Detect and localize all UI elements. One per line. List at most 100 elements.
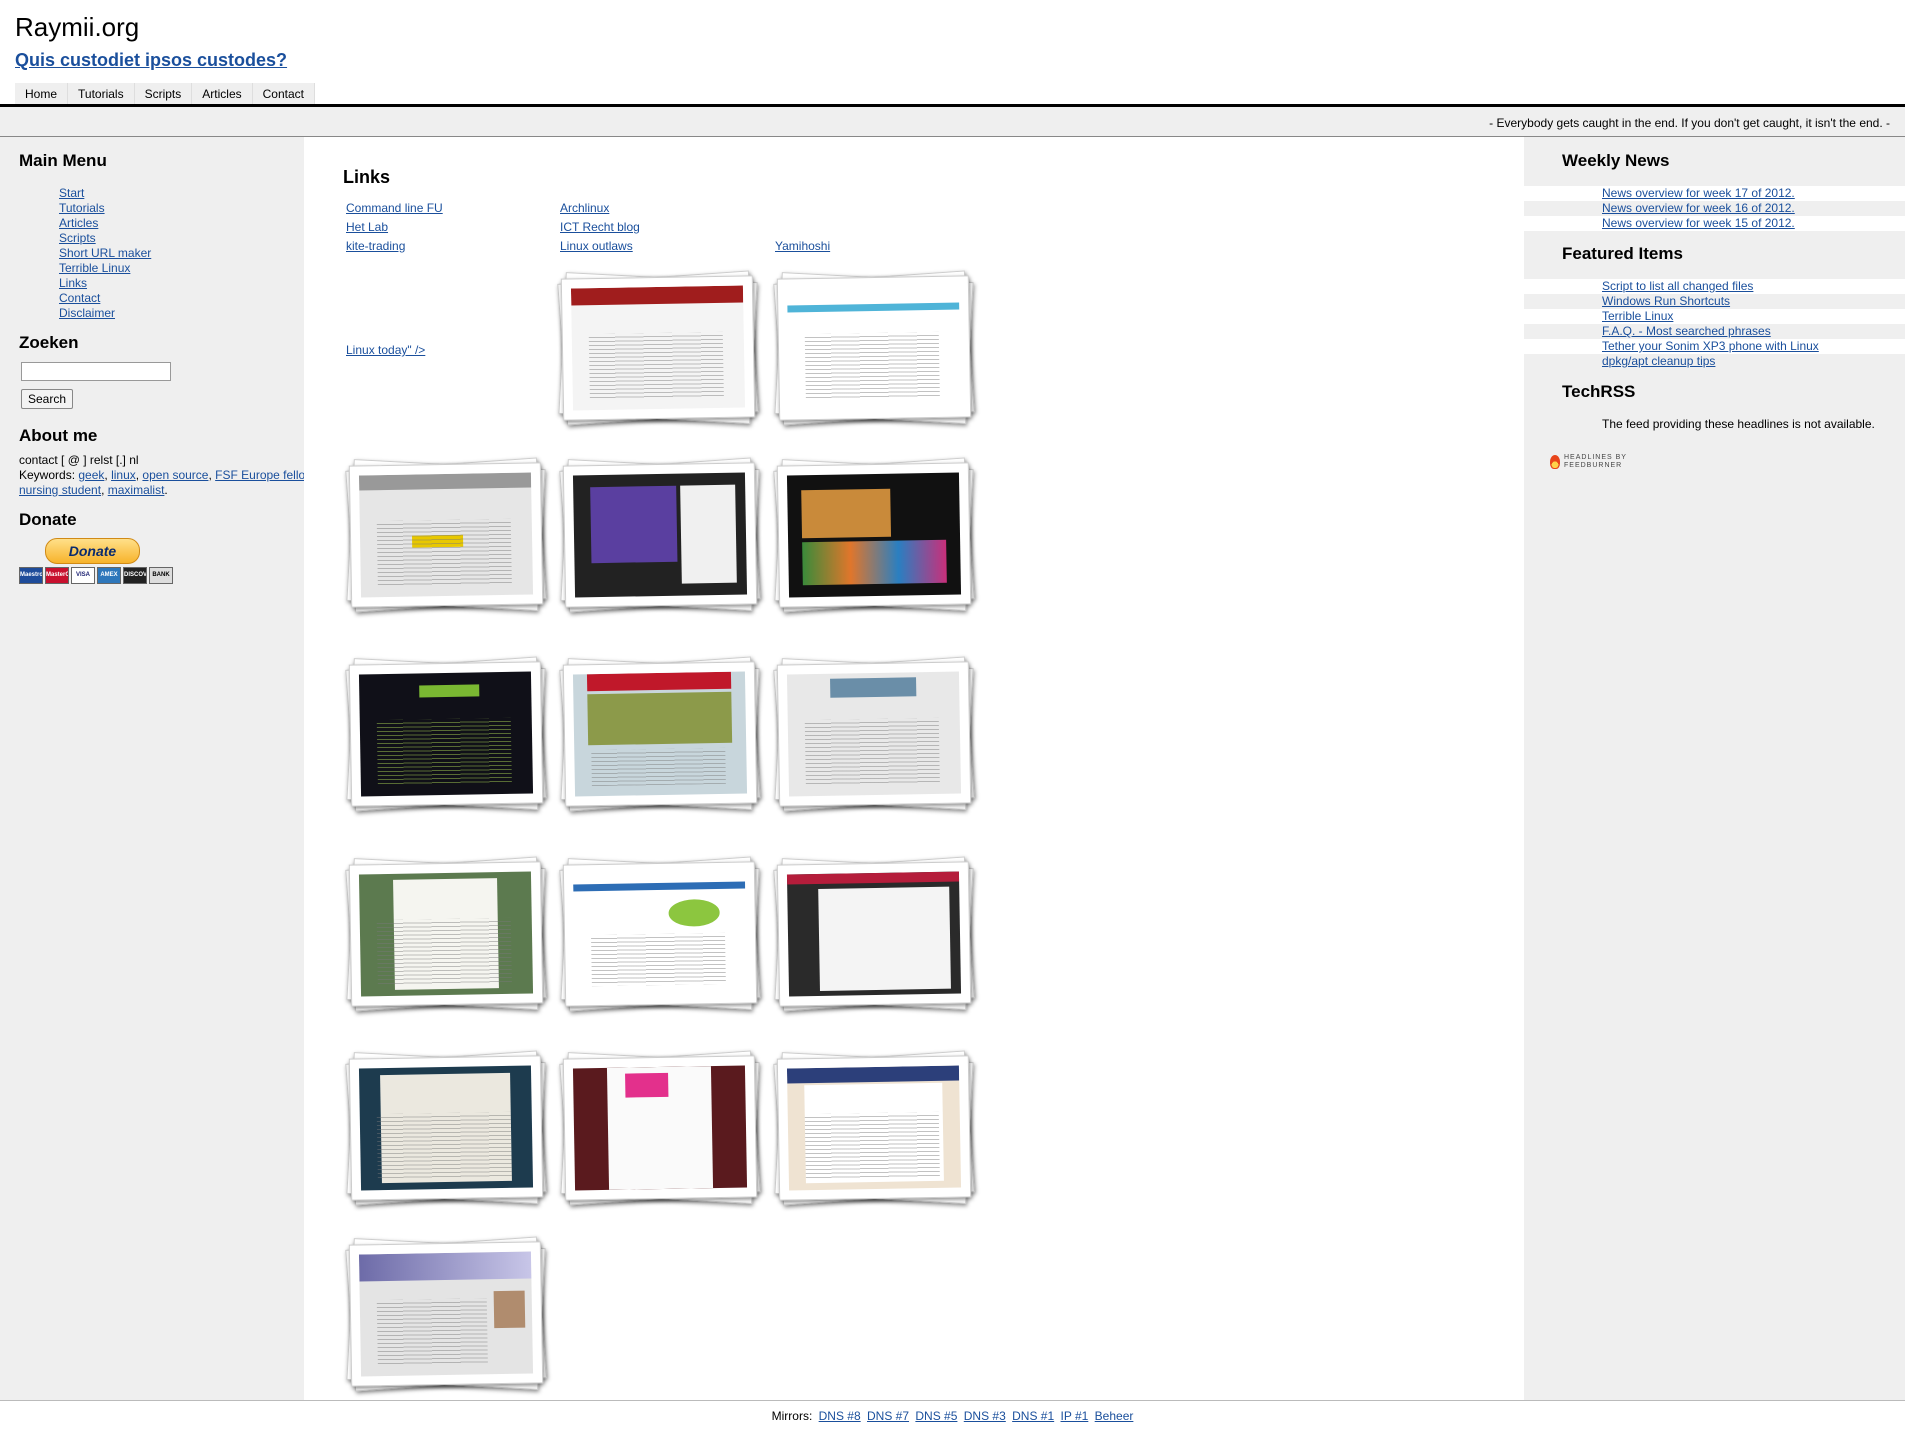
weekly-news-title: Weekly News: [1562, 151, 1670, 170]
weekly-news-item[interactable]: News overview for week 15 of 2012.: [1602, 216, 1795, 230]
menu-disclaimer[interactable]: Disclaimer: [59, 306, 115, 320]
site-thumbnail[interactable]: [559, 457, 761, 613]
feed-unavailable-message: The feed providing these headlines is no…: [1602, 417, 1875, 431]
keyword-fsf-europe-fellow[interactable]: FSF Europe fellow: [215, 468, 313, 482]
menu-articles[interactable]: Articles: [59, 216, 98, 230]
main-menu: Start Tutorials Articles Scripts Short U…: [59, 186, 151, 321]
link-kite-trading[interactable]: kite-trading: [346, 239, 405, 253]
donate-title: Donate: [19, 510, 77, 529]
contact-line: contact [ @ ] relst [.] nl: [19, 453, 139, 467]
featured-item[interactable]: Windows Run Shortcuts: [1602, 294, 1730, 308]
site-thumbnail[interactable]: [559, 1050, 761, 1206]
about-text: contact [ @ ] relst [.] nl Keywords: gee…: [19, 453, 329, 498]
donate-button[interactable]: Donate: [45, 538, 140, 564]
beheer-link[interactable]: Beheer: [1095, 1409, 1134, 1423]
nav-scripts[interactable]: Scripts: [134, 83, 193, 105]
mastercard-icon: MasterCard: [45, 567, 69, 584]
weekly-news-item[interactable]: News overview for week 17 of 2012.: [1602, 186, 1795, 200]
mirror-link[interactable]: DNS #8: [819, 1409, 861, 1423]
quote-text: - Everybody gets caught in the end. If y…: [1489, 116, 1890, 130]
site-title: Raymii.org: [15, 12, 140, 42]
footer: Mirrors: DNS #8 DNS #7 DNS #5 DNS #3 DNS…: [0, 1409, 1905, 1423]
link-command-line-fu[interactable]: Command line FU: [346, 201, 443, 215]
site-thumbnail[interactable]: [559, 856, 761, 1012]
nav-home[interactable]: Home: [15, 83, 69, 105]
site-thumbnail[interactable]: [773, 656, 975, 812]
mirror-link[interactable]: DNS #7: [867, 1409, 909, 1423]
left-sidebar: Main Menu Start Tutorials Articles Scrip…: [0, 137, 317, 1400]
maestro-card-icon: Maestro: [19, 567, 43, 584]
link-het-lab[interactable]: Het Lab: [346, 220, 388, 234]
feedburner-line1: HEADLINES BY: [1564, 454, 1627, 461]
feedburner-badge[interactable]: HEADLINES BY FEEDBURNER: [1550, 454, 1627, 470]
link-yamihoshi[interactable]: Yamihoshi: [775, 239, 830, 253]
site-thumbnail[interactable]: [345, 1050, 547, 1206]
site-thumbnail[interactable]: [345, 1236, 547, 1392]
link-ict-recht-blog[interactable]: ICT Recht blog: [560, 220, 640, 234]
page-title: Links: [343, 167, 391, 187]
top-nav: Home Tutorials Scripts Articles Contact: [15, 83, 315, 105]
quote-bar: - Everybody gets caught in the end. If y…: [0, 107, 1905, 137]
keyword-nursing-student[interactable]: nursing student: [19, 483, 101, 497]
featured-item[interactable]: F.A.Q. - Most searched phrases: [1602, 324, 1771, 338]
keyword-geek[interactable]: geek: [78, 468, 104, 482]
right-sidebar: Weekly News News overview for week 17 of…: [1524, 137, 1905, 1400]
site-thumbnail[interactable]: [773, 1050, 975, 1206]
site-thumbnail[interactable]: [773, 856, 975, 1012]
site-thumbnail[interactable]: [345, 856, 547, 1012]
keywords-label: Keywords:: [19, 468, 79, 482]
main-menu-title: Main Menu: [19, 151, 107, 170]
feedburner-line2: FEEDBURNER: [1564, 462, 1623, 469]
featured-item[interactable]: Tether your Sonim XP3 phone with Linux: [1602, 339, 1819, 353]
link-linux-outlaws[interactable]: Linux outlaws: [560, 239, 633, 253]
site-thumbnail[interactable]: [345, 656, 547, 812]
menu-scripts[interactable]: Scripts: [59, 231, 96, 245]
mirror-link[interactable]: DNS #3: [964, 1409, 1006, 1423]
mirror-link[interactable]: DNS #5: [915, 1409, 957, 1423]
visa-card-icon: VISA: [71, 567, 95, 584]
mirror-link[interactable]: DNS #1: [1012, 1409, 1054, 1423]
techrss-title: TechRSS: [1562, 382, 1636, 401]
mirror-link[interactable]: IP #1: [1061, 1409, 1089, 1423]
search-button[interactable]: Search: [21, 389, 74, 409]
site-thumbnail[interactable]: [345, 457, 547, 613]
bank-icon: BANK: [149, 567, 173, 584]
weekly-news-item[interactable]: News overview for week 16 of 2012.: [1602, 201, 1795, 215]
site-thumbnail[interactable]: [773, 270, 975, 426]
menu-contact[interactable]: Contact: [59, 291, 100, 305]
nav-articles[interactable]: Articles: [192, 83, 253, 105]
mirrors-label: Mirrors:: [771, 1409, 813, 1423]
keywords-line: Keywords: geek, linux, open source, FSF …: [19, 468, 317, 497]
keyword-maximalist[interactable]: maximalist: [108, 483, 165, 497]
site-thumbnail[interactable]: [773, 457, 975, 613]
link-archlinux[interactable]: Archlinux: [560, 201, 609, 215]
featured-item[interactable]: Terrible Linux: [1602, 309, 1673, 323]
keyword-linux[interactable]: linux: [111, 468, 136, 482]
site-thumbnail[interactable]: [559, 656, 761, 812]
link-linux-today[interactable]: Linux today" />: [346, 343, 425, 357]
feedburner-flame-icon: [1550, 455, 1560, 469]
amex-card-icon: AMEX: [97, 567, 121, 584]
main-content: Links Command line FU Archlinux Het Lab …: [304, 137, 1524, 1400]
payment-cards: Maestro MasterCard VISA AMEX DISCOVER BA…: [19, 567, 173, 584]
featured-item[interactable]: Script to list all changed files: [1602, 279, 1753, 293]
menu-terrible-linux[interactable]: Terrible Linux: [59, 261, 130, 275]
nav-contact[interactable]: Contact: [252, 83, 315, 105]
featured-items-title: Featured Items: [1562, 244, 1683, 263]
menu-short-url-maker[interactable]: Short URL maker: [59, 246, 151, 260]
about-title: About me: [19, 426, 98, 445]
footer-divider: [0, 1400, 1905, 1401]
keyword-open-source[interactable]: open source: [142, 468, 208, 482]
nav-tutorials[interactable]: Tutorials: [68, 83, 135, 105]
discover-card-icon: DISCOVER: [123, 567, 147, 584]
menu-start[interactable]: Start: [59, 186, 84, 200]
search-input[interactable]: [21, 362, 171, 381]
menu-links[interactable]: Links: [59, 276, 87, 290]
weekly-news-list: News overview for week 17 of 2012. News …: [1524, 186, 1905, 231]
site-tagline-link[interactable]: Quis custodiet ipsos custodes?: [15, 50, 287, 71]
site-thumbnail[interactable]: [557, 270, 759, 426]
featured-items-list: Script to list all changed files Windows…: [1524, 279, 1905, 369]
featured-item[interactable]: dpkg/apt cleanup tips: [1602, 354, 1715, 368]
search-title: Zoeken: [19, 333, 79, 352]
menu-tutorials[interactable]: Tutorials: [59, 201, 105, 215]
